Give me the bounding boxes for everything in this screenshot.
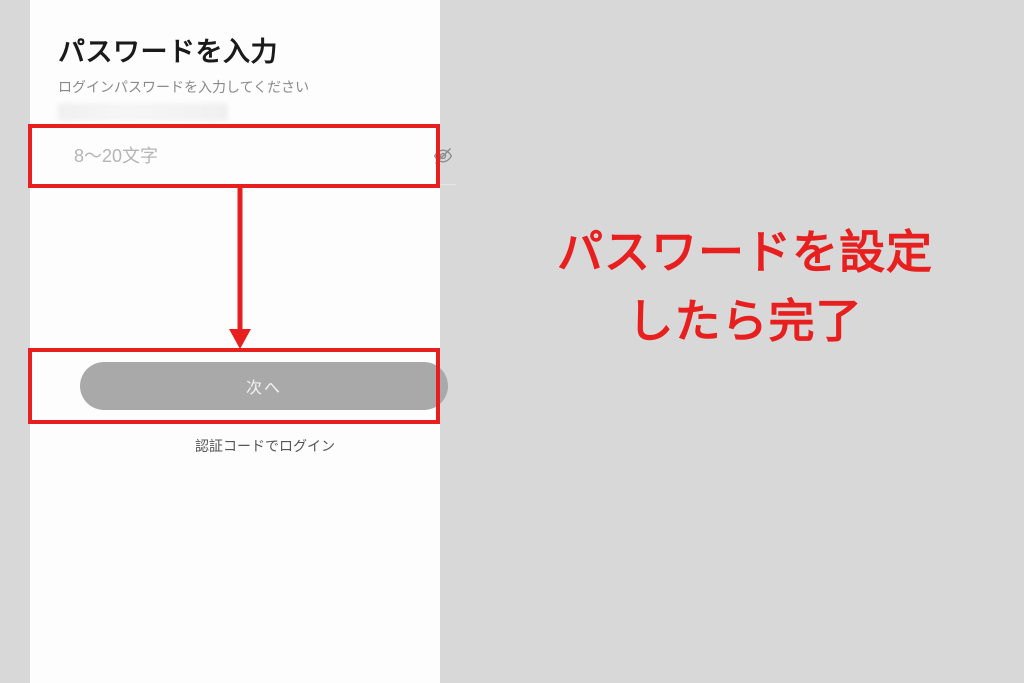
annotation-line1: パスワードを設定 (557, 226, 933, 278)
annotation-caption: パスワードを設定 したら完了 (480, 218, 1010, 356)
page-subtitle: ログインパスワードを入力してください (30, 73, 440, 97)
toggle-visibility-icon[interactable] (432, 145, 454, 167)
next-button[interactable]: 次へ (80, 362, 448, 410)
auth-code-login-link[interactable]: 認証コードでログイン (60, 436, 470, 456)
page-title: パスワードを入力 (30, 0, 440, 73)
password-field-row (74, 132, 454, 180)
redacted-info (58, 103, 228, 121)
password-input[interactable] (74, 146, 374, 167)
annotation-line2: したら完了 (628, 295, 863, 347)
input-underline (74, 184, 456, 185)
annotation-arrow-icon (225, 187, 255, 351)
